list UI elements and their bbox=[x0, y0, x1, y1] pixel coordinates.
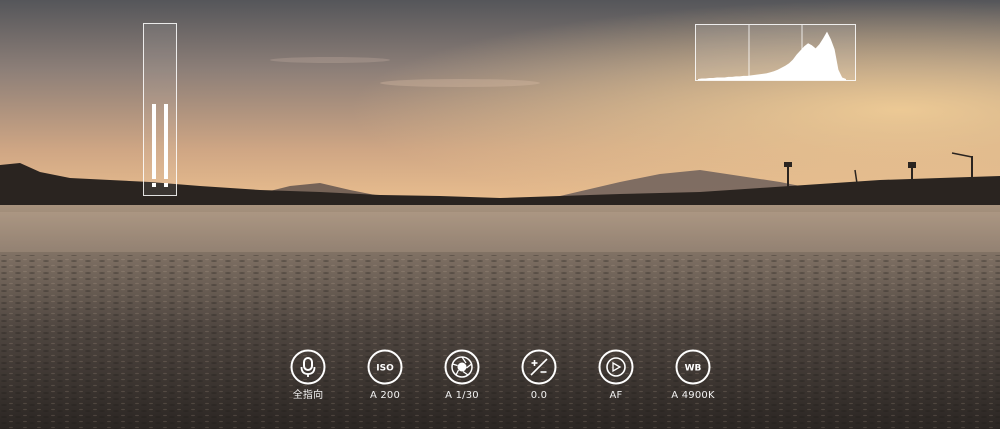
exposure-value-label: 0.0 bbox=[530, 390, 548, 401]
audio-level-meter bbox=[143, 23, 177, 196]
shutter-speed-label: A 1/30 bbox=[445, 390, 479, 401]
iso-value-label: A 200 bbox=[369, 390, 401, 401]
audio-mode-label: 全指向 bbox=[292, 390, 324, 401]
audio-level-right-bar bbox=[164, 104, 168, 179]
shutter-speed-button[interactable]: A 1/30 bbox=[424, 345, 500, 413]
white-balance-label: A 4900K bbox=[671, 390, 715, 401]
histogram-curve bbox=[698, 31, 846, 80]
focus-mode-button[interactable]: AF bbox=[578, 345, 654, 413]
audio-level-left-bar bbox=[152, 104, 156, 179]
focus-icon bbox=[598, 349, 634, 385]
audio-mode-button[interactable]: 全指向 bbox=[270, 345, 346, 413]
focus-mode-label: AF bbox=[609, 390, 623, 401]
white-balance-icon: WB bbox=[675, 349, 711, 385]
exposure-icon bbox=[521, 349, 557, 385]
audio-level-right-base bbox=[164, 183, 168, 187]
aperture-icon bbox=[444, 349, 480, 385]
audio-level-left-base bbox=[152, 183, 156, 187]
white-balance-icon-text: WB bbox=[685, 364, 702, 374]
camera-control-toolbar: 全指向 ISO A 200 A 1/30 0.0 AF WB A 4900K bbox=[270, 345, 740, 415]
histogram-panel bbox=[695, 24, 856, 81]
iso-button[interactable]: ISO A 200 bbox=[347, 345, 423, 413]
iso-icon-text: ISO bbox=[376, 364, 394, 374]
white-balance-button[interactable]: WB A 4900K bbox=[655, 345, 731, 413]
exposure-compensation-button[interactable]: 0.0 bbox=[501, 345, 577, 413]
iso-icon: ISO bbox=[367, 349, 403, 385]
camera-viewfinder: 全指向 ISO A 200 A 1/30 0.0 AF WB A 4900K bbox=[0, 0, 1000, 429]
histogram-graph bbox=[698, 25, 846, 80]
microphone-icon bbox=[290, 349, 326, 385]
